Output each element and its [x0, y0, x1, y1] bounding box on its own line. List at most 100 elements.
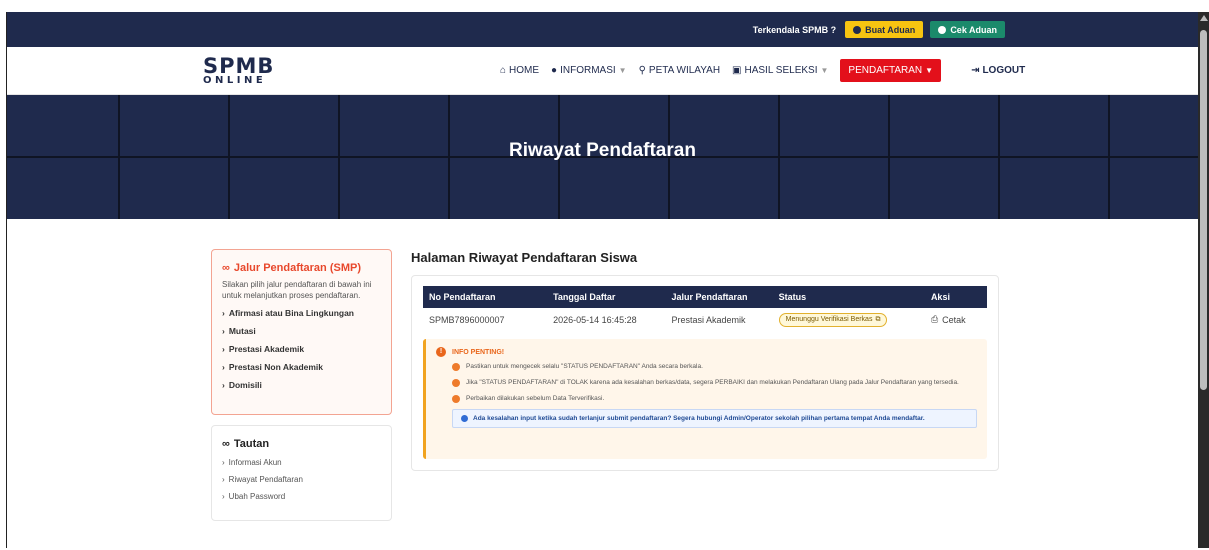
info-item: Perbaikan dilakukan sebelum Data Terveri…: [452, 394, 977, 404]
top-bar: Terkendala SPMB ? Buat Aduan Cek Aduan: [7, 12, 1198, 47]
check-circle-icon: [452, 394, 460, 403]
tautan-card: ∞ Tautan › Informasi Akun › Riwayat Pendaf…: [211, 425, 392, 521]
jalur-title-label: Jalur Pendaftaran (SMP): [233, 262, 361, 274]
jalur-item-mutasi[interactable]: › Mutasi: [222, 326, 381, 336]
cetak-button[interactable]: ⎙ Cetak: [931, 314, 981, 325]
tautan-item-informasi-akun[interactable]: › Informasi Akun: [222, 458, 381, 467]
tautan-title: ∞ Tautan: [222, 438, 381, 450]
spmb-logo[interactable]: SPMB ONLINE: [203, 53, 293, 86]
jalur-item-afirmasi[interactable]: › Afirmasi atau Bina Lingkungan: [222, 308, 381, 318]
col-tanggal: Tanggal Daftar: [553, 292, 616, 302]
cell-jalur: Prestasi Akademik: [671, 314, 746, 325]
chevron-right-icon: ›: [222, 492, 225, 501]
jalur-item-prestasi-non-akademik[interactable]: › Prestasi Non Akademik: [222, 362, 381, 372]
cetak-label: Cetak: [942, 314, 966, 325]
tautan-title-label: Tautan: [233, 438, 270, 450]
help-note-text: Ada kesalahan input ketika sudah terlanj…: [473, 415, 925, 423]
main-section: Halaman Riwayat Pendaftaran Siswa No Pen…: [411, 250, 999, 471]
nav-hasil-seleksi[interactable]: ▣ HASIL SELEKSI ▼: [726, 65, 834, 76]
main-navbar: SPMB ONLINE ⌂ HOME ● INFORMASI ▼ ⚲ PETA …: [7, 47, 1198, 95]
info-item-text: Jika "STATUS PENDAFTARAN" di TOLAK karen…: [466, 378, 959, 386]
chevron-right-icon: ›: [222, 379, 225, 390]
chevron-down-icon: ▼: [618, 66, 627, 75]
scrollbar-thumb[interactable]: [1200, 30, 1207, 390]
logo-line1: SPMB: [203, 53, 275, 78]
info-penting-box: ! INFO PENTING! Pastikan untuk mengecek …: [423, 339, 987, 459]
search-circle-icon: [938, 25, 947, 34]
jalur-card: ∞ Jalur Pendaftaran (SMP) Silakan pilih …: [211, 249, 392, 415]
riwayat-table: No Pendaftaran Tanggal Daftar Jalur Pend…: [423, 286, 987, 331]
jalur-item-domisili[interactable]: › Domisili: [222, 380, 381, 390]
table-header-row: No Pendaftaran Tanggal Daftar Jalur Pend…: [423, 286, 987, 308]
nav-peta-wilayah[interactable]: ⚲ PETA WILAYAH: [633, 65, 726, 76]
table-row: SPMB7896000007 2026-05-14 16:45:28 Prest…: [423, 308, 987, 331]
jalur-item-label: Afirmasi atau Bina Lingkungan: [228, 307, 354, 318]
check-circle-icon: [452, 363, 460, 371]
jalur-item-label: Mutasi: [228, 325, 256, 336]
plus-circle-icon: [853, 25, 862, 34]
riwayat-panel: No Pendaftaran Tanggal Daftar Jalur Pend…: [411, 275, 999, 471]
chevron-right-icon: ›: [222, 343, 225, 354]
info-item-text: Perbaikan dilakukan sebelum Data Terveri…: [466, 394, 605, 402]
jalur-item-label: Domisili: [228, 379, 262, 390]
nav-home[interactable]: ⌂ HOME: [494, 65, 545, 76]
nav-logout[interactable]: ⇥ LOGOUT: [965, 65, 1031, 76]
status-badge[interactable]: Menunggu Verifikasi Berkas ⧉: [778, 312, 888, 327]
col-status: Status: [778, 292, 807, 302]
home-icon: ⌂: [500, 65, 507, 76]
vertical-scrollbar[interactable]: [1198, 12, 1209, 548]
jalur-list: › Afirmasi atau Bina Lingkungan › Mutasi ›…: [222, 308, 381, 390]
nav-informasi-label: INFORMASI: [560, 65, 616, 76]
building-icon: ▣: [732, 65, 742, 76]
tautan-list: › Informasi Akun › Riwayat Pendaftaran › Ub…: [222, 458, 381, 501]
tautan-item-ubah-password[interactable]: › Ubah Password: [222, 492, 381, 501]
buat-aduan-label: Buat Aduan: [865, 24, 916, 35]
col-jalur: Jalur Pendaftaran: [671, 292, 748, 302]
info-head: ! INFO PENTING!: [436, 347, 977, 357]
link-icon: ∞: [222, 262, 230, 274]
nav-informasi[interactable]: ● INFORMASI ▼: [545, 65, 633, 76]
chevron-right-icon: ›: [222, 475, 225, 484]
nav-peta-label: PETA WILAYAH: [648, 65, 721, 76]
info-list: Pastikan untuk mengecek selalu "STATUS P…: [436, 362, 977, 403]
col-aksi: Aksi: [930, 292, 950, 302]
printer-icon: ⎙: [930, 314, 939, 324]
cell-no: SPMB7896000007: [429, 314, 505, 325]
question-circle-icon: [461, 415, 468, 423]
nav-home-label: HOME: [509, 65, 540, 76]
tautan-item-label: Ubah Password: [228, 492, 286, 501]
scroll-up-arrow-icon[interactable]: [1200, 15, 1208, 21]
sidebar: ∞ Jalur Pendaftaran (SMP) Silakan pilih …: [211, 249, 392, 521]
buat-aduan-button[interactable]: Buat Aduan: [845, 21, 924, 38]
cell-aksi: ⎙ Cetak: [925, 308, 987, 331]
info-icon: ●: [551, 65, 558, 76]
info-item-text: Pastikan untuk mengecek selalu "STATUS P…: [466, 363, 703, 370]
link-icon: ∞: [222, 438, 230, 450]
section-heading: Halaman Riwayat Pendaftaran Siswa: [411, 250, 638, 265]
jalur-description: Silakan pilih jalur pendaftaran di bawah…: [222, 280, 372, 300]
hero-banner: Riwayat Pendaftaran: [7, 95, 1198, 219]
status-label: Menunggu Verifikasi Berkas: [785, 316, 873, 323]
chevron-down-icon: ▼: [925, 66, 934, 75]
chevron-right-icon: ›: [222, 361, 225, 372]
jalur-item-label: Prestasi Non Akademik: [228, 361, 324, 372]
chevron-down-icon: ▼: [820, 66, 829, 75]
info-item: Pastikan untuk mengecek selalu "STATUS P…: [452, 362, 977, 372]
nav-pendaftaran[interactable]: PENDAFTARAN ▼: [840, 59, 942, 82]
tautan-item-riwayat[interactable]: › Riwayat Pendaftaran: [222, 475, 381, 484]
jalur-item-prestasi-akademik[interactable]: › Prestasi Akademik: [222, 344, 381, 354]
map-pin-icon: ⚲: [638, 65, 646, 76]
chevron-right-icon: ›: [222, 325, 225, 336]
jalur-item-label: Prestasi Akademik: [228, 343, 305, 354]
tautan-item-label: Riwayat Pendaftaran: [228, 475, 303, 484]
browser-viewport: Terkendala SPMB ? Buat Aduan Cek Aduan S…: [6, 12, 1198, 548]
trouble-label: Terkendala SPMB ?: [752, 24, 837, 35]
info-item: Jika "STATUS PENDAFTARAN" di TOLAK karen…: [452, 378, 977, 388]
exclamation-icon: !: [436, 347, 446, 357]
nav-pendaftaran-label: PENDAFTARAN: [848, 65, 923, 76]
tautan-item-label: Informasi Akun: [228, 458, 282, 467]
page-title: Riwayat Pendaftaran: [509, 140, 696, 161]
col-no: No Pendaftaran: [429, 292, 496, 302]
external-link-icon: ⧉: [875, 315, 881, 323]
cek-aduan-button[interactable]: Cek Aduan: [930, 21, 1005, 38]
